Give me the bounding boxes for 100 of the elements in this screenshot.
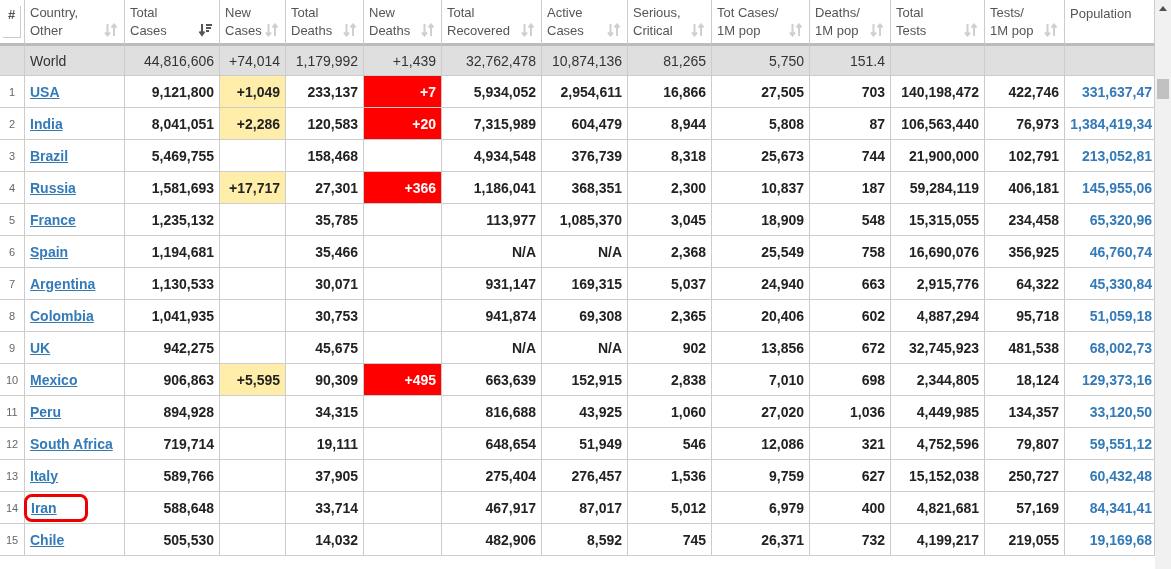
scroll-up-arrow-icon[interactable] — [1159, 6, 1167, 11]
country-link[interactable]: South Africa — [30, 435, 113, 452]
country-link[interactable]: Spain — [30, 243, 69, 260]
table-cell: 1,041,935 — [125, 300, 220, 332]
table-cell: 30,071 — [286, 268, 364, 300]
table-cell: 902 — [628, 332, 712, 364]
table-cell: 4,821,681 — [891, 492, 985, 524]
table-cell — [0, 46, 25, 76]
country-link[interactable]: Peru — [30, 403, 62, 420]
table-cell: 482,906 — [442, 524, 542, 556]
country-link[interactable]: Iran — [31, 499, 57, 516]
country-link[interactable]: UK — [30, 339, 51, 356]
country-link[interactable]: Argentina — [30, 275, 96, 292]
table-cell: 87,017 — [542, 492, 628, 524]
country-link[interactable]: Brazil — [30, 147, 69, 164]
table-cell: 43,925 — [542, 396, 628, 428]
row-number: 12 — [0, 428, 25, 460]
table-cell: +1,049 — [220, 76, 286, 108]
table-cell: 26,371 — [712, 524, 810, 556]
table-cell: 406,181 — [985, 172, 1065, 204]
table-cell: 24,940 — [712, 268, 810, 300]
country-link[interactable]: Chile — [30, 531, 65, 548]
table-cell: 588,648 — [125, 492, 220, 524]
header-label[interactable]: Total Recovered — [447, 4, 510, 40]
table-cell: +5,595 — [220, 364, 286, 396]
header-label[interactable]: Total Cases — [130, 4, 167, 40]
table-cell: 219,055 — [985, 524, 1065, 556]
table-cell: 13,856 — [712, 332, 810, 364]
table-cell: 20,406 — [712, 300, 810, 332]
table-cell: 8,944 — [628, 108, 712, 140]
table-cell: 4,449,985 — [891, 396, 985, 428]
table-cell: 76,973 — [985, 108, 1065, 140]
table-cell: 2,954,611 — [542, 76, 628, 108]
row-number: 11 — [0, 396, 25, 428]
table-cell: 422,746 — [985, 76, 1065, 108]
table-cell: 10,837 — [712, 172, 810, 204]
table-cell: 152,915 — [542, 364, 628, 396]
table-cell: 4,199,217 — [891, 524, 985, 556]
table-cell: 16,866 — [628, 76, 712, 108]
table-cell: N/A — [542, 236, 628, 268]
row-number: 15 — [0, 524, 25, 556]
header-label[interactable]: # — [2, 5, 22, 38]
header-label[interactable]: New Cases — [225, 4, 262, 40]
table-cell: 4,887,294 — [891, 300, 985, 332]
table-cell: 59,284,119 — [891, 172, 985, 204]
table-cell: 758 — [810, 236, 891, 268]
table-cell: 400 — [810, 492, 891, 524]
table-cell: 25,673 — [712, 140, 810, 172]
table-cell: 2,300 — [628, 172, 712, 204]
table-cell: 15,152,038 — [891, 460, 985, 492]
table-cell: 25,549 — [712, 236, 810, 268]
country-link[interactable]: Italy — [30, 467, 58, 484]
table-cell — [220, 236, 286, 268]
header-label[interactable]: Tests/ 1M pop — [990, 4, 1034, 40]
table-cell: +7 — [364, 76, 442, 108]
header-label[interactable]: Country, Other — [30, 4, 79, 40]
header-label[interactable]: Population — [1070, 5, 1132, 23]
country-link[interactable]: India — [30, 115, 63, 132]
header-label[interactable]: Deaths/ 1M pop — [815, 4, 860, 40]
country-link[interactable]: Russia — [30, 179, 76, 196]
scrollbar-thumb[interactable] — [1157, 79, 1169, 99]
sort-arrows-icon[interactable] — [199, 23, 213, 37]
header-label[interactable]: Total Tests — [896, 4, 927, 40]
table-cell: 12,086 — [712, 428, 810, 460]
table-cell — [220, 268, 286, 300]
table-cell: 321 — [810, 428, 891, 460]
table-cell: 106,563,440 — [891, 108, 985, 140]
table-cell: 481,538 — [985, 332, 1065, 364]
table-cell: 30,753 — [286, 300, 364, 332]
scrollbar[interactable] — [1155, 0, 1171, 569]
country-link[interactable]: USA — [30, 83, 60, 100]
table-cell: 941,874 — [442, 300, 542, 332]
table-cell: 276,457 — [542, 460, 628, 492]
header-label[interactable]: New Deaths — [369, 4, 411, 40]
header-label[interactable]: Serious, Critical — [633, 4, 681, 40]
table-cell: 1,194,681 — [125, 236, 220, 268]
table-cell: 5,808 — [712, 108, 810, 140]
table-cell: 356,925 — [985, 236, 1065, 268]
table-cell: 548 — [810, 204, 891, 236]
header-label[interactable]: Total Deaths — [291, 4, 333, 40]
table-cell: 87 — [810, 108, 891, 140]
table-cell: 589,766 — [125, 460, 220, 492]
country-link[interactable]: Mexico — [30, 371, 78, 388]
country-link[interactable]: Colombia — [30, 307, 94, 324]
table-cell: 79,807 — [985, 428, 1065, 460]
table-cell: 51,949 — [542, 428, 628, 460]
table-cell: 1,060 — [628, 396, 712, 428]
table-cell: 816,688 — [442, 396, 542, 428]
row-number: 6 — [0, 236, 25, 268]
table-cell: 5,037 — [628, 268, 712, 300]
table-cell: 894,928 — [125, 396, 220, 428]
table-cell: 134,357 — [985, 396, 1065, 428]
row-number: 4 — [0, 172, 25, 204]
header-label[interactable]: Tot Cases/ 1M pop — [717, 4, 779, 40]
table-cell: 140,198,472 — [891, 76, 985, 108]
table-cell: 602 — [810, 300, 891, 332]
table-cell: 663,639 — [442, 364, 542, 396]
country-link[interactable]: France — [30, 211, 76, 228]
table-cell: 5,012 — [628, 492, 712, 524]
header-label[interactable]: Active Cases — [547, 4, 584, 40]
